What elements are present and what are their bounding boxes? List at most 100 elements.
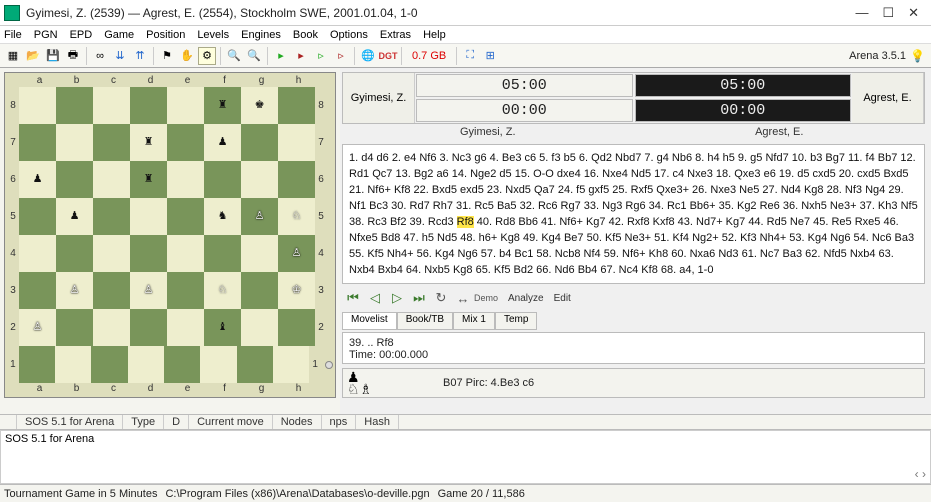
white-pawn-icon[interactable]: ♙ — [33, 322, 43, 333]
level-down-icon[interactable]: ⇊ — [111, 47, 129, 65]
square-a6[interactable]: ♟ — [19, 161, 56, 198]
square-e4[interactable] — [167, 235, 204, 272]
square-g2[interactable] — [241, 309, 278, 346]
square-c5[interactable] — [93, 198, 130, 235]
square-g4[interactable] — [241, 235, 278, 272]
square-b7[interactable] — [56, 124, 93, 161]
menu-pgn[interactable]: PGN — [34, 29, 58, 41]
tab-temp[interactable]: Temp — [495, 312, 537, 330]
square-b6[interactable] — [56, 161, 93, 198]
square-b5[interactable]: ♟ — [56, 198, 93, 235]
edit-button[interactable]: Edit — [554, 293, 571, 304]
square-g1[interactable] — [237, 346, 273, 383]
square-c6[interactable] — [93, 161, 130, 198]
pgn-minus-icon[interactable]: ▸ — [292, 47, 310, 65]
square-e3[interactable] — [167, 272, 204, 309]
menu-help[interactable]: Help — [423, 29, 446, 41]
white-knight-icon[interactable]: ♘ — [218, 285, 228, 296]
square-c4[interactable] — [93, 235, 130, 272]
white-pawn-icon[interactable]: ♙ — [70, 285, 80, 296]
square-g5[interactable]: ♙ — [241, 198, 278, 235]
black-pawn-icon[interactable]: ♟ — [33, 174, 43, 185]
tab-movelist[interactable]: Movelist — [342, 312, 397, 330]
square-h5[interactable]: ♘ — [278, 198, 315, 235]
save-icon[interactable]: 💾 — [44, 47, 62, 65]
square-d4[interactable] — [130, 235, 167, 272]
epd-minus-icon[interactable]: ▹ — [332, 47, 350, 65]
menu-engines[interactable]: Engines — [241, 29, 281, 41]
print-icon[interactable]: 🖶 — [64, 47, 82, 65]
white-pawn-icon[interactable]: ♙ — [144, 285, 154, 296]
square-c2[interactable] — [93, 309, 130, 346]
square-e2[interactable] — [167, 309, 204, 346]
globe-icon[interactable]: 🌐 — [359, 47, 377, 65]
square-e8[interactable] — [167, 87, 204, 124]
menu-epd[interactable]: EPD — [70, 29, 93, 41]
square-h4[interactable]: ♙ — [278, 235, 315, 272]
square-d1[interactable] — [128, 346, 164, 383]
square-g3[interactable] — [241, 272, 278, 309]
square-a2[interactable]: ♙ — [19, 309, 56, 346]
nav-last-icon[interactable]: ⏭ — [410, 289, 428, 307]
square-a8[interactable] — [19, 87, 56, 124]
square-b1[interactable] — [55, 346, 91, 383]
maximize-button[interactable]: ☐ — [882, 5, 894, 21]
square-b3[interactable]: ♙ — [56, 272, 93, 309]
hand-icon[interactable]: ✋ — [178, 47, 196, 65]
square-b8[interactable] — [56, 87, 93, 124]
nav-next-icon[interactable]: ▷ — [388, 289, 406, 307]
menu-file[interactable]: File — [4, 29, 22, 41]
square-h8[interactable] — [278, 87, 315, 124]
square-f3[interactable]: ♘ — [204, 272, 241, 309]
square-b2[interactable] — [56, 309, 93, 346]
scroll-arrows[interactable]: ‹ › — [915, 467, 926, 481]
square-f7[interactable]: ♟ — [204, 124, 241, 161]
square-h7[interactable] — [278, 124, 315, 161]
square-h2[interactable] — [278, 309, 315, 346]
analyze-button[interactable]: Analyze — [508, 293, 544, 304]
level-up-icon[interactable]: ⇈ — [131, 47, 149, 65]
square-a1[interactable] — [19, 346, 55, 383]
square-b4[interactable] — [56, 235, 93, 272]
black-pawn-icon[interactable]: ♟ — [70, 211, 80, 222]
dgt-icon[interactable]: DGT — [379, 47, 397, 65]
square-a7[interactable] — [19, 124, 56, 161]
zoom-out-icon[interactable]: 🔍 — [245, 47, 263, 65]
move-list[interactable]: 1. d4 d6 2. e4 Nf6 3. Nc3 g6 4. Be3 c6 5… — [342, 144, 925, 284]
pgn-plus-icon[interactable]: ▸ — [272, 47, 290, 65]
nav-refresh-icon[interactable]: ↻ — [432, 289, 450, 307]
menu-position[interactable]: Position — [146, 29, 185, 41]
square-g8[interactable]: ♚ — [241, 87, 278, 124]
square-f6[interactable] — [204, 161, 241, 198]
chess-board[interactable]: abcdefgh 8♜♚87♜♟76♟♜65♟♞♙♘54♙43♙♙♘♔32♙♝2… — [4, 72, 336, 398]
black-king-icon[interactable]: ♚ — [255, 100, 265, 111]
tab-booktb[interactable]: Book/TB — [397, 312, 453, 330]
square-d3[interactable]: ♙ — [130, 272, 167, 309]
close-button[interactable]: ✕ — [908, 5, 919, 21]
menu-extras[interactable]: Extras — [380, 29, 411, 41]
epd-plus-icon[interactable]: ▹ — [312, 47, 330, 65]
minimize-button[interactable]: — — [855, 5, 868, 21]
square-f5[interactable]: ♞ — [204, 198, 241, 235]
menu-game[interactable]: Game — [104, 29, 134, 41]
infinity-icon[interactable]: ∞ — [91, 47, 109, 65]
square-c7[interactable] — [93, 124, 130, 161]
square-e6[interactable] — [167, 161, 204, 198]
engine-icon[interactable]: ⚙ — [198, 47, 216, 65]
square-f2[interactable]: ♝ — [204, 309, 241, 346]
zoom-in-icon[interactable]: 🔍 — [225, 47, 243, 65]
status-sos[interactable]: SOS 5.1 for Arena — [17, 415, 123, 429]
square-a3[interactable] — [19, 272, 56, 309]
square-c1[interactable] — [91, 346, 127, 383]
nav-demo-icon[interactable]: ↔ — [454, 289, 472, 307]
square-d5[interactable] — [130, 198, 167, 235]
square-a5[interactable] — [19, 198, 56, 235]
square-a4[interactable] — [19, 235, 56, 272]
white-pawn-icon[interactable]: ♙ — [292, 248, 302, 259]
square-h1[interactable] — [273, 346, 309, 383]
square-d6[interactable]: ♜ — [130, 161, 167, 198]
menu-options[interactable]: Options — [330, 29, 368, 41]
open-icon[interactable]: 📂 — [24, 47, 42, 65]
grid-icon[interactable]: ⊞ — [481, 47, 499, 65]
square-d7[interactable]: ♜ — [130, 124, 167, 161]
